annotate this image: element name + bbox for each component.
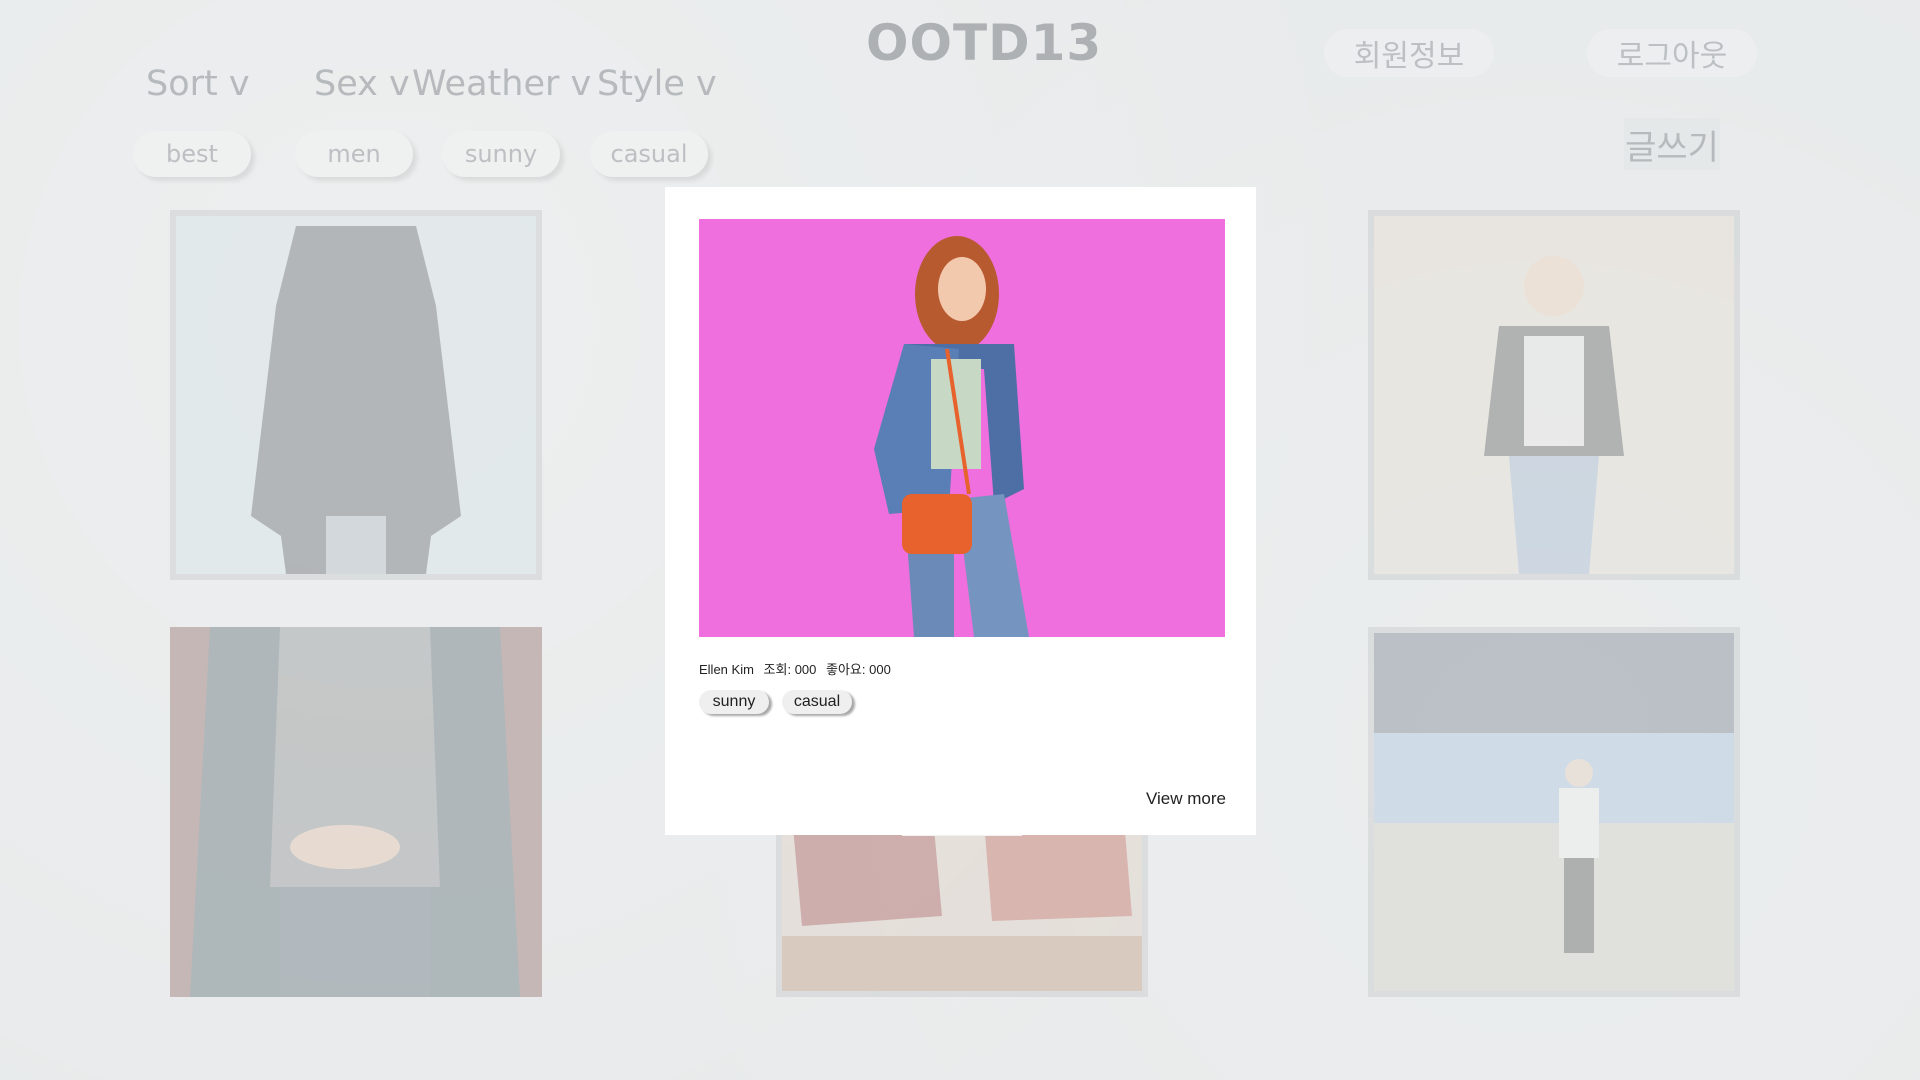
post-tag-casual[interactable]: casual	[782, 690, 852, 714]
post-likes: 좋아요: 000	[826, 662, 891, 677]
post-tag-sunny[interactable]: sunny	[699, 690, 769, 714]
view-more-link[interactable]: View more	[1146, 789, 1226, 809]
post-preview-image[interactable]	[699, 219, 1225, 637]
post-preview-photo	[699, 219, 1225, 637]
post-views: 조회: 000	[763, 662, 817, 677]
post-meta: Ellen Kim 조회: 000 좋아요: 000	[699, 659, 897, 678]
page-background: OOTD13 Sort v Sex v Weather v Style v be…	[0, 0, 1920, 1080]
post-preview-modal: Ellen Kim 조회: 000 좋아요: 000 sunny casual …	[665, 187, 1256, 835]
post-author: Ellen Kim	[699, 662, 754, 677]
